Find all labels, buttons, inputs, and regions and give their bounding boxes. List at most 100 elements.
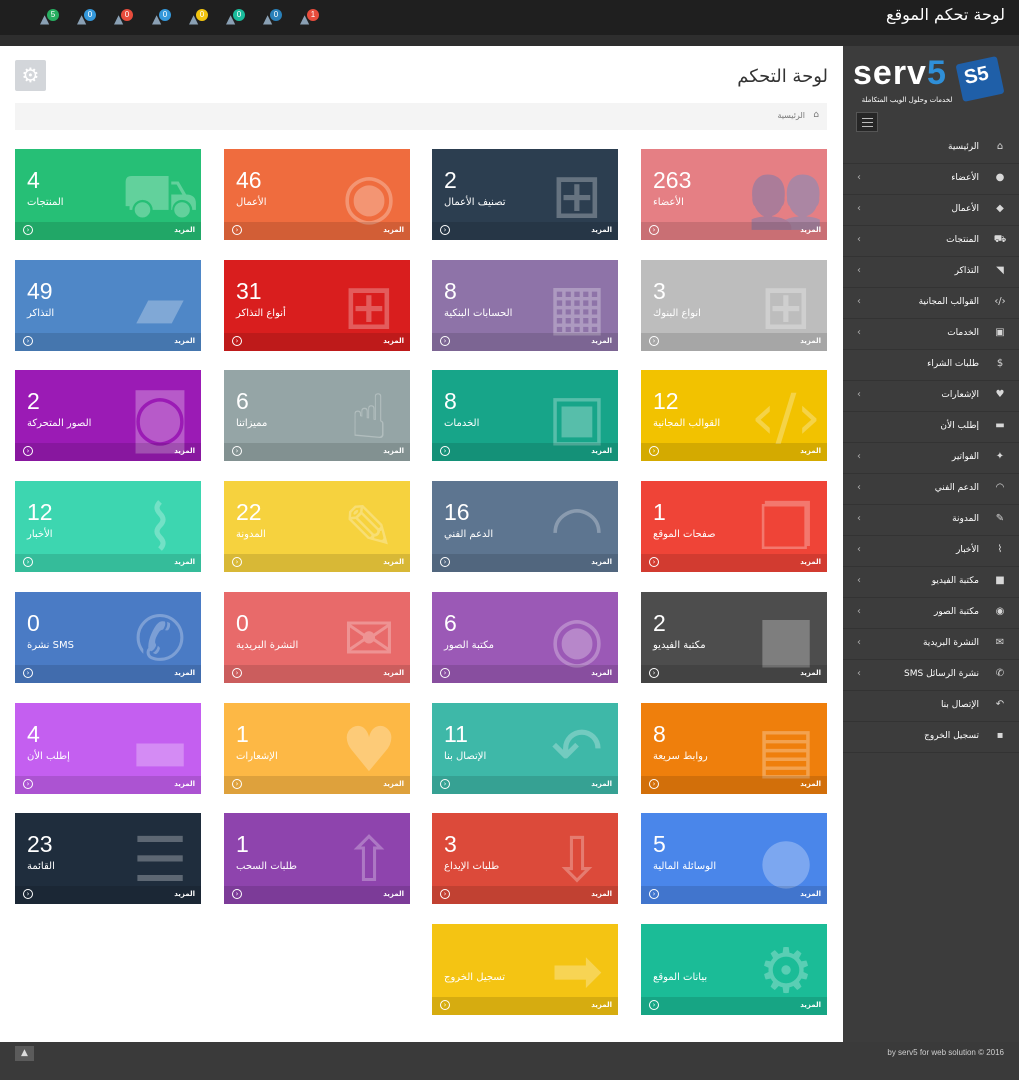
sidebar-item-headphones[interactable]: ◠ الدعم الفني ‹: [843, 474, 1019, 505]
dashboard-tile[interactable]: ⌇ 12 الأخبار › المزيد: [15, 481, 201, 572]
sidebar-item-truck[interactable]: ▬ إطلب الأن: [843, 412, 1019, 443]
dashboard-tile[interactable]: ⚙ بيانات الموقع › المزيد: [641, 924, 827, 1015]
tile-more-link[interactable]: › المزيد: [224, 554, 410, 572]
dashboard-tile[interactable]: ◙ 2 الصور المتحركة › المزيد: [15, 370, 201, 461]
sidebar-item-home[interactable]: ⌂ الرئيسية: [843, 133, 1019, 164]
sidebar-item-lock[interactable]: ▪ تسجيل الخروج: [843, 722, 1019, 753]
sidebar-item-code[interactable]: ‹/› القوالب المجانية ‹: [843, 288, 1019, 319]
dashboard-tile[interactable]: ● 5 الوسائلة المالية › المزيد: [641, 813, 827, 904]
notification-user-plus[interactable]: ▲ 0: [77, 9, 97, 27]
tile-more-link[interactable]: › المزيد: [15, 776, 201, 794]
tile-more-link[interactable]: › المزيد: [432, 665, 618, 683]
dashboard-tile[interactable]: ⇩ 3 طلبات الإيداع › المزيد: [432, 813, 618, 904]
tile-more-link[interactable]: › المزيد: [432, 443, 618, 461]
tile-more-link[interactable]: › المزيد: [641, 222, 827, 240]
tile-more-link[interactable]: › المزيد: [432, 997, 618, 1015]
dashboard-tile[interactable]: ■ 2 مكتبة الفيديو › المزيد: [641, 592, 827, 683]
sidebar-item-envelope[interactable]: ✉ النشرة البريدية ‹: [843, 629, 1019, 660]
chevron-left-icon: ‹: [857, 327, 861, 338]
notification-shopping-cart[interactable]: ▲ 0: [152, 9, 172, 27]
dashboard-tile[interactable]: ⊞ 3 انواع البنوك › المزيد: [641, 260, 827, 351]
dashboard-tile[interactable]: ⊞ 2 تصنيف الأعمال › المزيد: [432, 149, 618, 240]
tile-more-link[interactable]: › المزيد: [15, 665, 201, 683]
tile-more-link[interactable]: › المزيد: [432, 333, 618, 351]
sidebar-item-camera[interactable]: ◉ مكتبة الصور ‹: [843, 598, 1019, 629]
tile-more-link[interactable]: › المزيد: [15, 554, 201, 572]
dashboard-tile[interactable]: ▤ 8 روابط سريعة › المزيد: [641, 703, 827, 794]
dashboard-tile[interactable]: ◉ 46 الأعمال › المزيد: [224, 149, 410, 240]
tile-more-link[interactable]: › المزيد: [224, 333, 410, 351]
sidebar-item-shopping-cart[interactable]: ⛟ المنتجات ‹: [843, 226, 1019, 257]
dashboard-tile[interactable]: ◉ 6 مكتبة الصور › المزيد: [432, 592, 618, 683]
dashboard-tile[interactable]: ✆ 0 نشرة SMS › المزيد: [15, 592, 201, 683]
scroll-to-top-button[interactable]: ▲: [15, 1046, 34, 1061]
dashboard-tile[interactable]: 👥 263 الأعضاء › المزيد: [641, 149, 827, 240]
dashboard-tile[interactable]: ⊞ 31 أنواع التذاكر › المزيد: [224, 260, 410, 351]
dashboard-tile[interactable]: ☝ 6 مميزاتنا › المزيد: [224, 370, 410, 461]
tile-more-link[interactable]: › المزيد: [641, 776, 827, 794]
dashboard-tile[interactable]: ‹/› 12 القوالب المجانية › المزيد: [641, 370, 827, 461]
tile-more-link[interactable]: › المزيد: [432, 776, 618, 794]
tile-more-link[interactable]: › المزيد: [224, 443, 410, 461]
dashboard-tile[interactable]: ✎ 22 المدونة › المزيد: [224, 481, 410, 572]
sidebar-item-phone[interactable]: ✆ نشرة الرسائل SMS ‹: [843, 660, 1019, 691]
dashboard-tile[interactable]: ↶ 11 الإتصال بنا › المزيد: [432, 703, 618, 794]
dashboard-tile[interactable]: ❐ 1 صفحات الموقع › المزيد: [641, 481, 827, 572]
tile-more-link[interactable]: › المزيد: [15, 443, 201, 461]
sidebar-item-reply[interactable]: ↶ الإتصال بنا: [843, 691, 1019, 722]
sidebar-item-heart[interactable]: ♥ الإشعارات ‹: [843, 381, 1019, 412]
tile-more-link[interactable]: › المزيد: [432, 222, 618, 240]
notification-tag[interactable]: ▲ 0: [189, 9, 209, 27]
dashboard-tile[interactable]: ▰ 49 التذاكر › المزيد: [15, 260, 201, 351]
tile-more-link[interactable]: › المزيد: [432, 554, 618, 572]
dashboard-tile[interactable]: ◠ 16 الدعم الفني › المزيد: [432, 481, 618, 572]
sidebar-item-user[interactable]: ● الأعضاء ‹: [843, 164, 1019, 195]
chevron-left-icon: ‹: [857, 606, 861, 617]
dashboard-tile[interactable]: ▬ 4 إطلب الأن › المزيد: [15, 703, 201, 794]
sidebar-item-video-camera[interactable]: ■ مكتبة الفيديو ‹: [843, 567, 1019, 598]
dashboard-tile[interactable]: ▦ 8 الحسابات البنكية › المزيد: [432, 260, 618, 351]
arrow-circle-right-icon: ›: [23, 668, 33, 678]
sidebar-item-paperclip[interactable]: ⌇ الأخبار ‹: [843, 536, 1019, 567]
notification-ticket[interactable]: ▲ 5: [40, 9, 60, 27]
tile-more-link[interactable]: › المزيد: [15, 222, 201, 240]
tile-more-link[interactable]: › المزيد: [224, 222, 410, 240]
notification-users[interactable]: ▲ 0: [226, 9, 246, 27]
tile-more-link[interactable]: › المزيد: [224, 665, 410, 683]
notification-truck[interactable]: ▲ 0: [114, 9, 134, 27]
settings-gear-button[interactable]: ⚙: [15, 60, 46, 91]
sidebar-item-android[interactable]: ◆ الأعمال ‹: [843, 195, 1019, 226]
sidebar-item-dollar[interactable]: $ طلبات الشراء: [843, 350, 1019, 381]
tile-more-link[interactable]: › المزيد: [641, 554, 827, 572]
tile-more-link[interactable]: › المزيد: [641, 886, 827, 904]
home-icon[interactable]: ⌂: [813, 110, 819, 120]
tile-more-link[interactable]: › المزيد: [641, 443, 827, 461]
tile-more-link[interactable]: › المزيد: [15, 333, 201, 351]
dashboard-tile[interactable]: ♥ 1 الإشعارات › المزيد: [224, 703, 410, 794]
dashboard-tile[interactable]: ▣ 8 الخدمات › المزيد: [432, 370, 618, 461]
tile-more-link[interactable]: › المزيد: [641, 997, 827, 1015]
sidebar-item-briefcase[interactable]: ▣ الخدمات ‹: [843, 319, 1019, 350]
dashboard-tile[interactable]: ⇧ 1 طلبات السحب › المزيد: [224, 813, 410, 904]
breadcrumb-home-link[interactable]: الرئيسية: [777, 111, 805, 120]
site-title[interactable]: لوحة تحكم الموقع: [886, 5, 1005, 24]
sidebar-item-tags[interactable]: ◥ التذاكر ‹: [843, 257, 1019, 288]
notification-count-badge: 0: [159, 9, 171, 21]
dashboard-tile[interactable]: ⛟ 4 المنتجات › المزيد: [15, 149, 201, 240]
tile-more-link[interactable]: › المزيد: [224, 886, 410, 904]
android-icon: ◆: [996, 203, 1004, 214]
dashboard-tile[interactable]: ➡ تسجيل الخروج › المزيد: [432, 924, 618, 1015]
notification-credit-card[interactable]: ▲ 1: [300, 9, 320, 27]
tile-more-link[interactable]: › المزيد: [432, 886, 618, 904]
sidebar-item-edit[interactable]: ✎ المدونة ‹: [843, 505, 1019, 536]
site-logo[interactable]: serv5 S5 لخدمات وحلول الويب المتكاملة: [853, 54, 1011, 110]
tile-more-link[interactable]: › المزيد: [224, 776, 410, 794]
tile-more-link[interactable]: › المزيد: [15, 886, 201, 904]
tile-more-link[interactable]: › المزيد: [641, 665, 827, 683]
tile-more-link[interactable]: › المزيد: [641, 333, 827, 351]
dashboard-tile[interactable]: ☰ 23 القائمة › المزيد: [15, 813, 201, 904]
dashboard-tile[interactable]: ✉ 0 النشرة البريدية › المزيد: [224, 592, 410, 683]
notification-envelope[interactable]: ▲ 0: [263, 9, 283, 27]
sidebar-item-twitter[interactable]: ✦ الفواتير ‹: [843, 443, 1019, 474]
menu-toggle-button[interactable]: [856, 112, 878, 132]
